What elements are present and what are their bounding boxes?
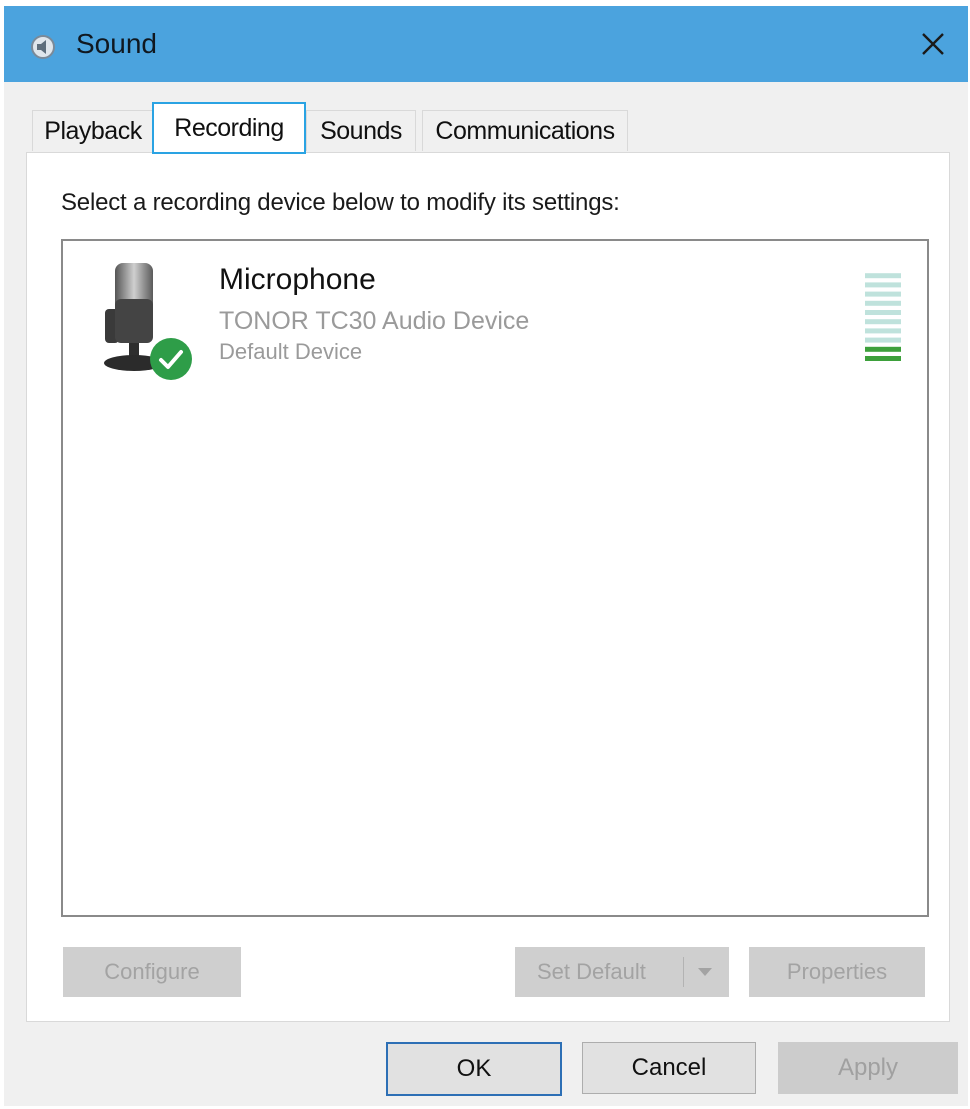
tab-label: Playback (44, 116, 142, 145)
level-segment (865, 310, 901, 315)
level-meter (865, 273, 901, 361)
tab-label: Sounds (320, 116, 402, 145)
cancel-label: Cancel (631, 1054, 707, 1081)
set-default-button[interactable]: Set Default (515, 947, 729, 997)
cancel-button[interactable]: Cancel (582, 1042, 756, 1094)
window-title: Sound (76, 28, 157, 59)
close-button[interactable] (898, 6, 968, 82)
level-segment (865, 356, 901, 361)
level-segment (865, 282, 901, 288)
title-bar[interactable]: Sound (4, 6, 968, 82)
level-segment (865, 273, 901, 279)
apply-button[interactable]: Apply (778, 1042, 958, 1094)
tab-playback[interactable]: Playback (32, 110, 154, 151)
level-segment (865, 328, 901, 334)
ok-label: OK (456, 1055, 492, 1082)
level-segment (865, 337, 901, 343)
level-segment (865, 319, 901, 325)
recording-panel: Select a recording device below to modif… (26, 152, 950, 1022)
tab-label: Recording (174, 113, 284, 142)
close-icon (922, 33, 944, 55)
level-segment (865, 346, 901, 352)
set-default-label: Set Default (537, 959, 646, 984)
tab-sounds[interactable]: Sounds (306, 110, 416, 151)
tab-recording[interactable]: Recording (152, 102, 306, 154)
instruction-text: Select a recording device below to modif… (61, 189, 620, 216)
tab-strip: Playback Recording Sounds Communications (26, 102, 926, 154)
checkmark-icon (150, 338, 192, 380)
tab-communications[interactable]: Communications (422, 110, 628, 151)
device-name: Microphone (219, 263, 376, 296)
tab-label: Communications (435, 116, 615, 145)
configure-button[interactable]: Configure (63, 947, 241, 997)
device-list[interactable]: Microphone TONOR TC30 Audio Device Defau… (61, 239, 929, 917)
level-segment (865, 291, 901, 297)
level-segment (865, 300, 901, 306)
list-item[interactable]: Microphone TONOR TC30 Audio Device Defau… (63, 241, 927, 391)
properties-label: Properties (786, 959, 888, 984)
split-divider (683, 957, 684, 987)
device-description: TONOR TC30 Audio Device (219, 307, 530, 335)
sound-dialog: Sound Playback Recording Sounds Communic… (4, 6, 968, 1106)
chevron-down-icon[interactable] (695, 965, 715, 979)
ok-button[interactable]: OK (386, 1042, 562, 1096)
speaker-icon (31, 35, 55, 59)
device-status: Default Device (219, 339, 363, 364)
apply-label: Apply (837, 1054, 899, 1081)
configure-label: Configure (104, 959, 200, 984)
properties-button[interactable]: Properties (749, 947, 925, 997)
